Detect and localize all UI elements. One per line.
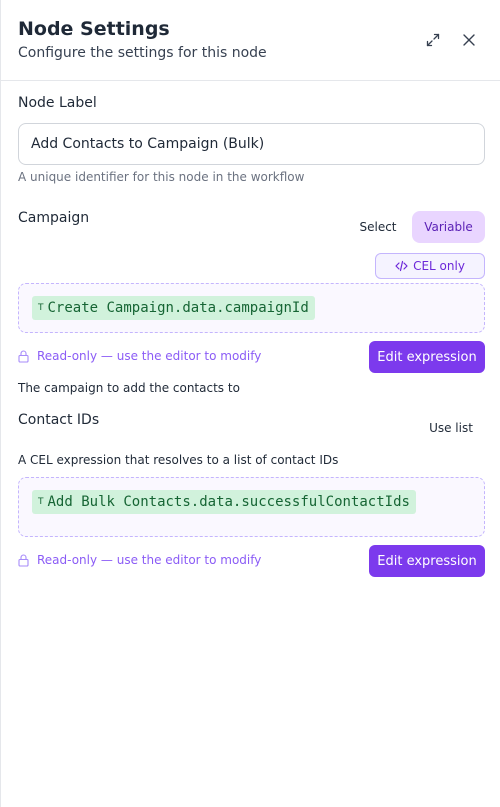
cel-only-label: CEL only	[413, 259, 465, 273]
expand-icon	[426, 33, 440, 47]
contact-ids-expression-text: Add Bulk Contacts.data.successfulContact…	[47, 494, 410, 510]
campaign-mode-variable[interactable]: Variable	[412, 211, 485, 243]
contact-ids-expression-box: T Add Bulk Contacts.data.successfulConta…	[18, 477, 485, 537]
campaign-edit-expression-button[interactable]: Edit expression	[369, 341, 485, 373]
text-type-icon: T	[38, 303, 44, 313]
text-type-icon: T	[38, 497, 44, 507]
campaign-heading: Campaign	[18, 210, 90, 226]
panel-header: Node Settings Configure the settings for…	[1, 0, 500, 81]
expand-button[interactable]	[422, 29, 444, 51]
campaign-readonly-note: Read-only — use the editor to modify	[18, 349, 261, 363]
use-list-button[interactable]: Use list	[419, 413, 483, 443]
contact-ids-expression-chip: T Add Bulk Contacts.data.successfulConta…	[32, 490, 416, 514]
contact-ids-edit-expression-button[interactable]: Edit expression	[369, 545, 485, 577]
lock-icon	[18, 553, 29, 567]
close-button[interactable]	[458, 29, 480, 51]
code-icon	[395, 260, 408, 272]
campaign-description: The campaign to add the contacts to	[18, 381, 240, 395]
campaign-expression-box: T Create Campaign.data.campaignId	[18, 283, 485, 333]
campaign-readonly-text: Read-only — use the editor to modify	[37, 349, 262, 363]
node-label-heading: Node Label	[18, 95, 97, 111]
contact-ids-readonly-text: Read-only — use the editor to modify	[37, 553, 262, 567]
node-label-input[interactable]	[18, 123, 485, 165]
contact-ids-heading: Contact IDs	[18, 412, 100, 428]
contact-ids-description: A CEL expression that resolves to a list…	[18, 453, 339, 467]
panel-title: Node Settings	[18, 18, 170, 40]
cel-only-badge[interactable]: CEL only	[375, 253, 485, 279]
campaign-mode-select[interactable]: Select	[349, 211, 407, 243]
node-label-hint: A unique identifier for this node in the…	[18, 170, 305, 184]
close-icon	[463, 34, 475, 46]
contact-ids-readonly-note: Read-only — use the editor to modify	[18, 553, 261, 567]
campaign-expression-chip: T Create Campaign.data.campaignId	[32, 296, 315, 320]
campaign-expression-text: Create Campaign.data.campaignId	[47, 300, 309, 316]
node-settings-panel: Node Settings Configure the settings for…	[0, 0, 500, 807]
lock-icon	[18, 349, 29, 363]
panel-subtitle: Configure the settings for this node	[18, 45, 267, 61]
